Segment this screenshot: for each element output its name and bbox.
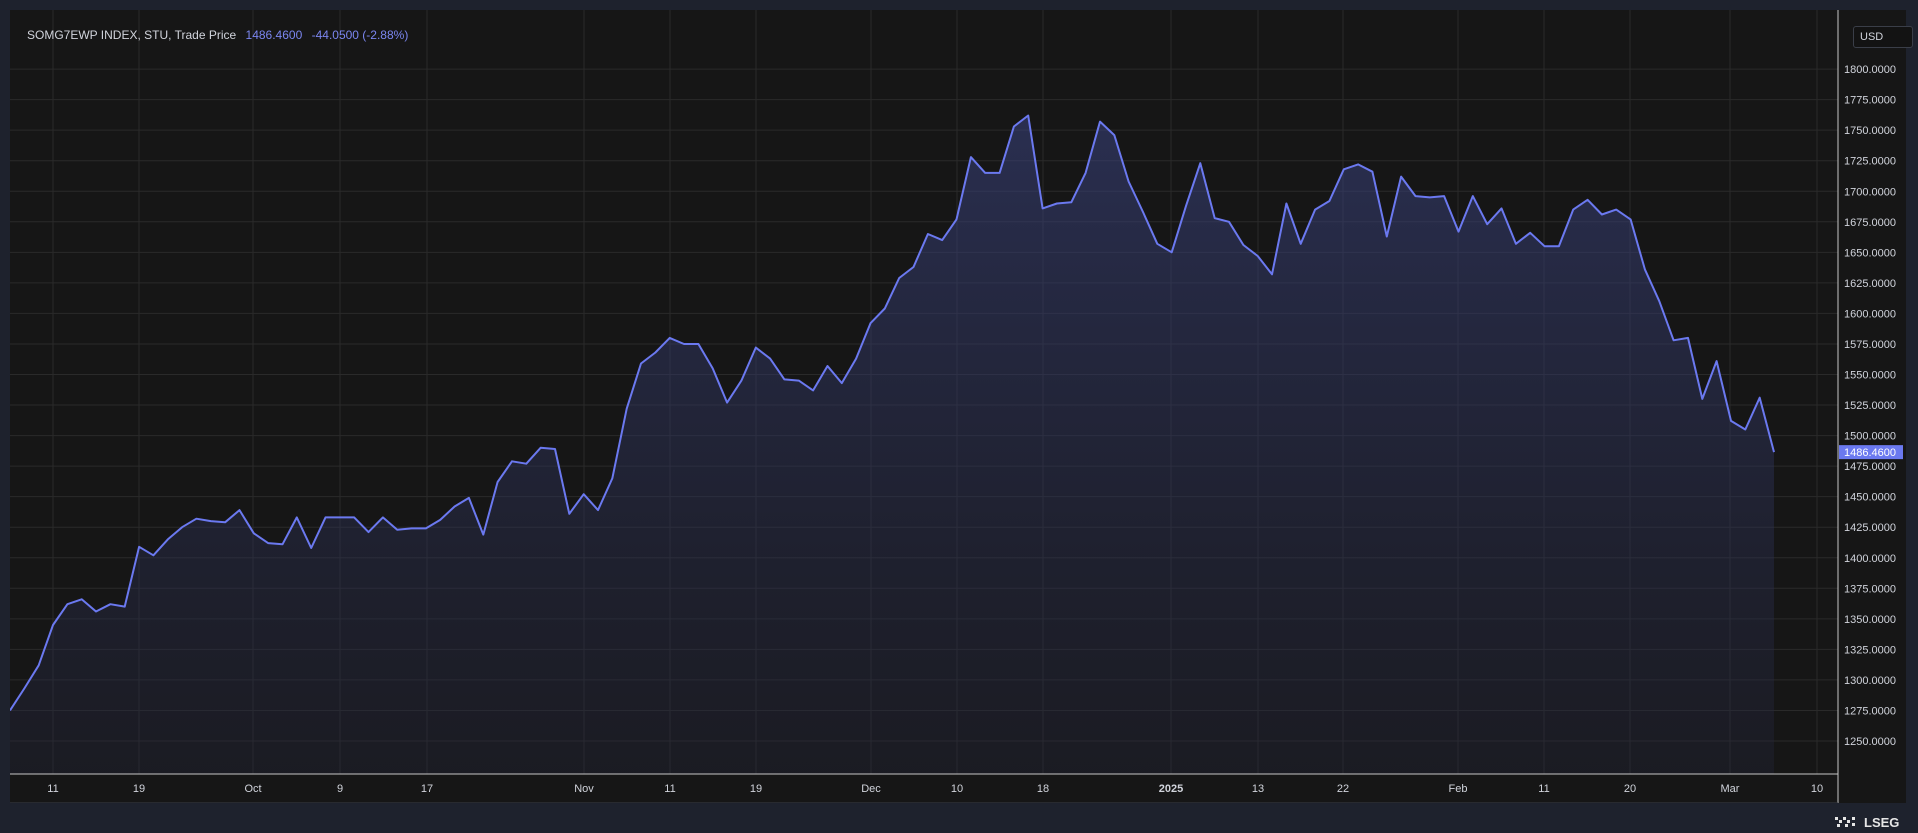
x-tick-label: Dec bbox=[861, 783, 881, 795]
y-tick-label: 1700.0000 bbox=[1844, 186, 1896, 198]
x-tick-label: 18 bbox=[1037, 783, 1049, 795]
y-tick-label: 1450.0000 bbox=[1844, 492, 1896, 504]
legend-symbol: SOMG7EWP INDEX, STU, Trade Price bbox=[27, 28, 237, 42]
y-tick-label: 1725.0000 bbox=[1844, 156, 1896, 168]
chart-area[interactable]: 1250.0000 1275.0000 1300.0000 1325.0000 1350… bbox=[10, 10, 1913, 803]
x-tick-label: Oct bbox=[244, 783, 261, 795]
x-tick-label: 19 bbox=[133, 783, 145, 795]
y-tick-label: 1525.0000 bbox=[1844, 400, 1896, 412]
x-tick-label: 13 bbox=[1252, 783, 1264, 795]
y-tick-label: 1400.0000 bbox=[1844, 553, 1896, 565]
y-tick-label: 1550.0000 bbox=[1844, 370, 1896, 382]
y-tick-label: 1775.0000 bbox=[1844, 95, 1896, 107]
y-tick-label: 1625.0000 bbox=[1844, 278, 1896, 290]
x-tick-label: 19 bbox=[750, 783, 762, 795]
x-tick-label: 11 bbox=[664, 783, 675, 795]
brand-logo: LSEG bbox=[1834, 814, 1899, 830]
x-axis-labels: 11 19 Oct 9 17 Nov 11 19 Dec 10 18 2025 13 22 Feb 11 20 M… bbox=[47, 783, 1823, 795]
currency-selector[interactable]: USD bbox=[1853, 26, 1913, 48]
y-tick-label: 1650.0000 bbox=[1844, 247, 1896, 259]
legend-last-value: 1486.4600 bbox=[245, 28, 303, 42]
y-tick-label: 1500.0000 bbox=[1844, 431, 1896, 443]
y-tick-label: 1425.0000 bbox=[1844, 522, 1896, 534]
y-tick-label: 1675.0000 bbox=[1844, 217, 1896, 229]
x-tick-label: 10 bbox=[1811, 783, 1823, 795]
x-tick-label: 11 bbox=[47, 783, 58, 795]
y-tick-label: 1300.0000 bbox=[1844, 675, 1896, 687]
x-tick-label: 17 bbox=[421, 783, 433, 795]
x-tick-label: Mar bbox=[1721, 783, 1740, 795]
x-tick-label: Feb bbox=[1449, 783, 1468, 795]
y-tick-label: 1250.0000 bbox=[1844, 736, 1896, 748]
y-tick-label: 1600.0000 bbox=[1844, 308, 1896, 320]
lseg-mark-icon bbox=[1835, 817, 1855, 827]
x-tick-label: 9 bbox=[337, 783, 343, 795]
y-axis-labels: 1250.0000 1275.0000 1300.0000 1325.0000 1350… bbox=[1844, 64, 1896, 748]
y-tick-label: 1750.0000 bbox=[1844, 125, 1896, 137]
y-tick-label: 1325.0000 bbox=[1844, 644, 1896, 656]
x-tick-label: 20 bbox=[1624, 783, 1636, 795]
x-tick-label: Nov bbox=[574, 783, 594, 795]
y-tick-label: 1475.0000 bbox=[1844, 461, 1896, 473]
x-tick-label: 22 bbox=[1337, 783, 1349, 795]
area-fill-shape bbox=[10, 115, 1774, 774]
chart-legend: SOMG7EWP INDEX, STU, Trade Price 1486.46… bbox=[27, 28, 408, 42]
last-price-label: 1486.4600 bbox=[1844, 447, 1896, 459]
brand-name: LSEG bbox=[1864, 814, 1900, 830]
y-tick-label: 1575.0000 bbox=[1844, 339, 1896, 351]
y-tick-label: 1275.0000 bbox=[1844, 705, 1896, 717]
area-fill bbox=[10, 115, 1774, 774]
price-chart[interactable]: 1250.0000 1275.0000 1300.0000 1325.0000 1350… bbox=[10, 10, 1906, 803]
y-tick-label: 1375.0000 bbox=[1844, 583, 1896, 595]
y-tick-label: 1350.0000 bbox=[1844, 614, 1896, 626]
legend-change: -44.0500 (-2.88%) bbox=[311, 28, 409, 42]
x-tick-label: 2025 bbox=[1159, 783, 1183, 795]
last-price-marker: 1486.4600 bbox=[1839, 445, 1903, 460]
y-tick-label: 1800.0000 bbox=[1844, 64, 1896, 76]
x-tick-label: 10 bbox=[951, 783, 963, 795]
x-tick-label: 11 bbox=[1538, 783, 1549, 795]
